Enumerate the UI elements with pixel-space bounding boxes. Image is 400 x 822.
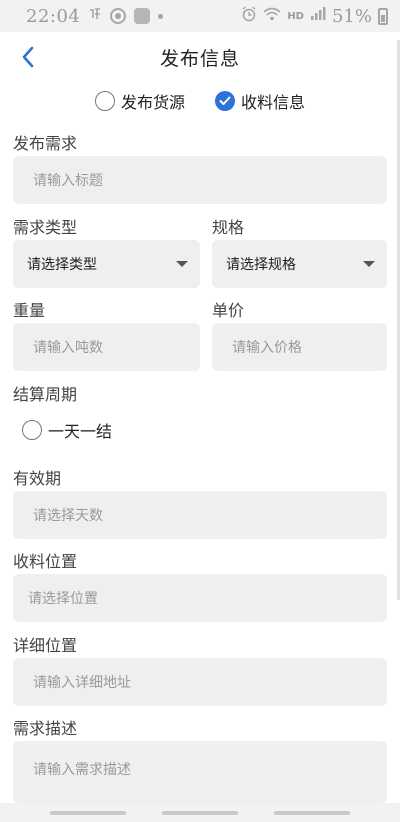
option-publish-source[interactable]: 发布货源: [94, 89, 185, 113]
spec-select[interactable]: 请选择规格: [212, 240, 387, 288]
radio-checked-icon: [215, 91, 235, 111]
price-input[interactable]: 请输入价格: [212, 323, 387, 371]
address-label: 详细位置: [13, 636, 78, 655]
demand-label: 发布需求: [13, 134, 78, 153]
status-left: 22:04: [26, 5, 164, 27]
option-label: 发布货源: [120, 93, 185, 112]
address-input[interactable]: 请输入详细地址: [13, 658, 387, 706]
dropdown-arrow-icon: [363, 261, 375, 267]
location-select[interactable]: 请选择位置: [13, 574, 387, 622]
radio-unchecked-icon: [94, 91, 115, 111]
type-select[interactable]: 请选择类型: [13, 240, 200, 288]
location-label: 收料位置: [13, 552, 78, 571]
validity-select[interactable]: 请选择天数: [13, 491, 387, 539]
cycle-option-label: 一天一结: [48, 422, 113, 441]
status-right: HD 51%: [241, 6, 388, 27]
type-select-value: 请选择类型: [27, 257, 97, 273]
alarm-icon: [241, 6, 257, 26]
location-placeholder: 请选择位置: [28, 591, 98, 607]
description-label: 需求描述: [13, 719, 78, 738]
type-label: 需求类型: [13, 218, 78, 237]
price-label: 单价: [212, 301, 245, 320]
nav-recent-handle[interactable]: [50, 811, 126, 815]
description-placeholder: 请输入需求描述: [33, 762, 131, 778]
weight-label: 重量: [13, 301, 46, 320]
signal-icon: [310, 7, 326, 25]
option-label: 收料信息: [241, 93, 306, 112]
spec-select-value: 请选择规格: [226, 257, 296, 273]
cycle-option-daily[interactable]: 一天一结: [22, 418, 112, 442]
weight-input[interactable]: 请输入吨数: [13, 323, 200, 371]
battery-icon: [378, 7, 388, 25]
nav-back-handle[interactable]: [274, 811, 350, 815]
app-notification-icon: [134, 8, 151, 24]
system-nav-bar: [0, 803, 400, 822]
settlement-cycle-label: 结算周期: [13, 385, 78, 404]
back-button[interactable]: [14, 43, 42, 71]
dropdown-arrow-icon: [176, 261, 188, 267]
title-bar: 发布信息: [0, 32, 400, 82]
weight-placeholder: 请输入吨数: [33, 340, 103, 356]
nav-home-handle[interactable]: [162, 811, 238, 815]
more-notifications-icon: [158, 13, 164, 19]
sync-icon: [110, 8, 127, 24]
radio-unchecked-icon: [22, 420, 42, 440]
hd-badge: HD: [287, 10, 304, 22]
address-placeholder: 请输入详细地址: [33, 675, 131, 691]
wifi-icon: [263, 7, 281, 25]
battery-percent: 51%: [331, 5, 372, 27]
demand-placeholder: 请输入标题: [33, 173, 103, 189]
demand-title-input[interactable]: 请输入标题: [13, 156, 387, 204]
status-time: 22:04: [26, 5, 81, 27]
validity-placeholder: 请选择天数: [33, 508, 103, 524]
page-title: 发布信息: [159, 47, 240, 70]
validity-label: 有效期: [13, 469, 62, 488]
spec-label: 规格: [212, 218, 245, 237]
option-receive-info[interactable]: 收料信息: [215, 89, 305, 113]
chevron-left-icon: [22, 46, 34, 68]
status-bar: 22:04 HD 51%: [0, 0, 400, 32]
description-textarea[interactable]: 请输入需求描述: [13, 741, 387, 803]
notification-icon: [88, 6, 102, 26]
publish-type-toggle: 发布货源 收料信息: [0, 86, 400, 116]
price-placeholder: 请输入价格: [232, 340, 302, 356]
